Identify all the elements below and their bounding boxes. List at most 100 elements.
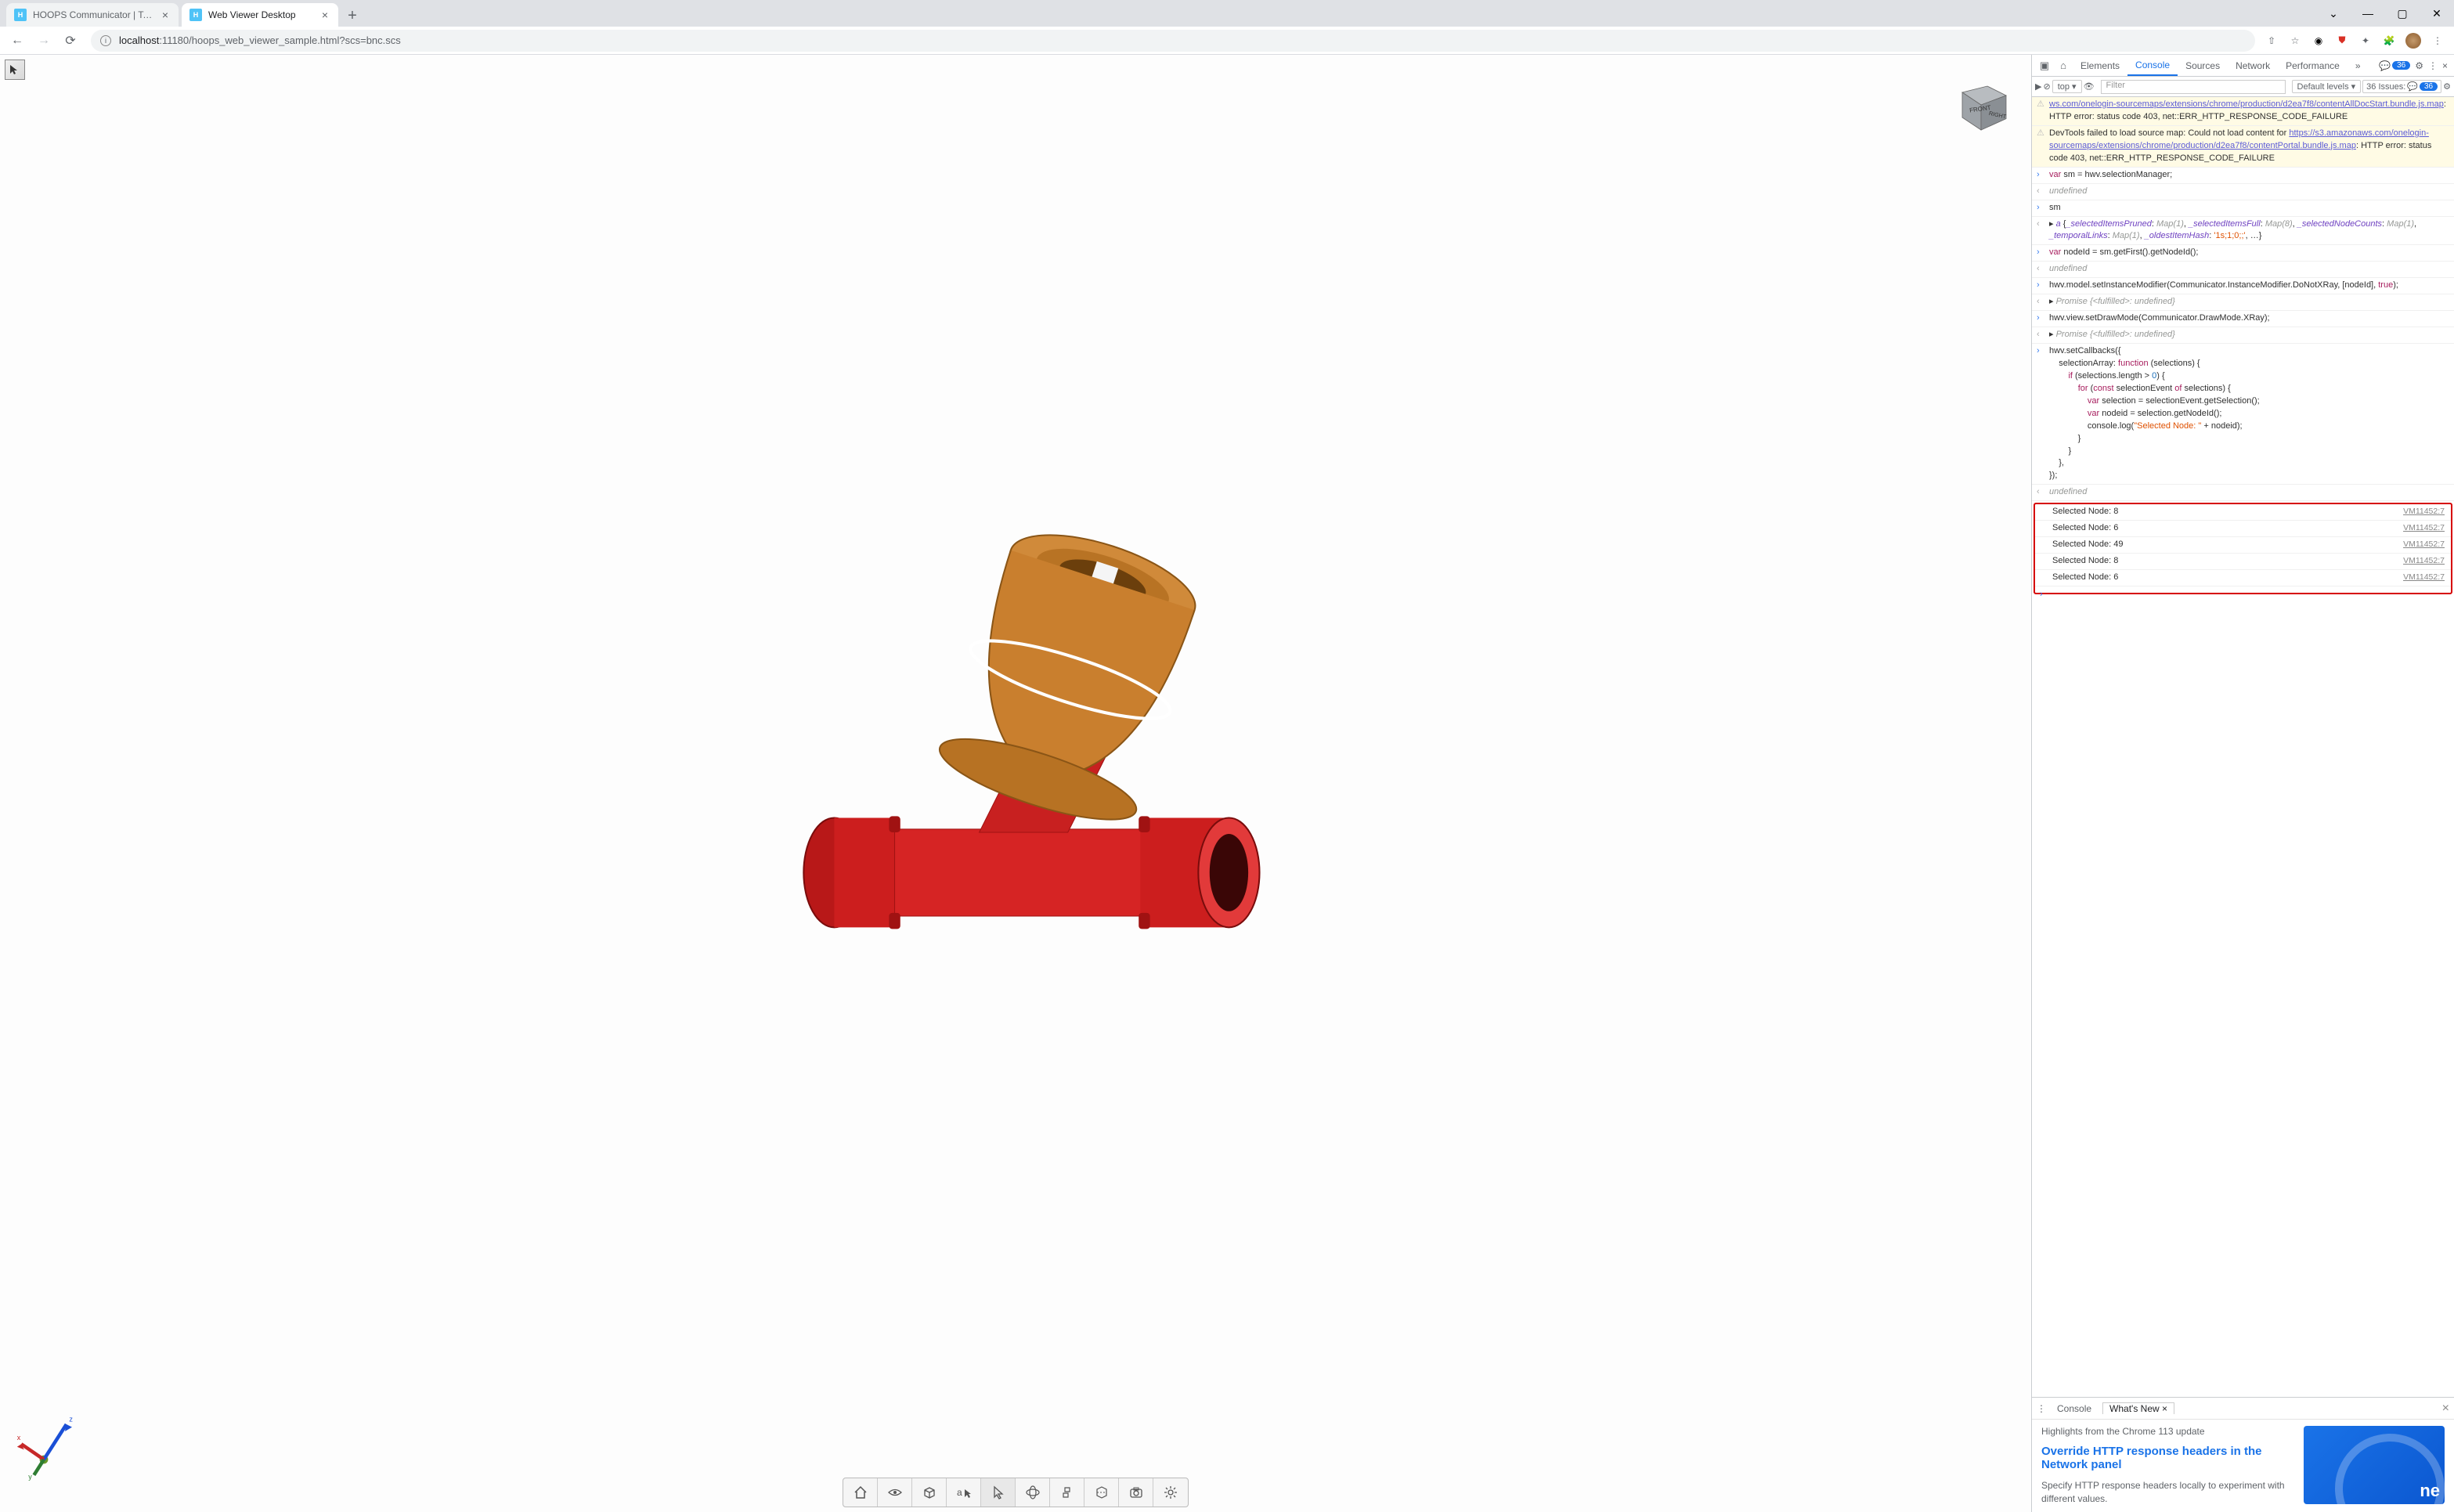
- console-output-line: ‹undefined: [2032, 485, 2454, 501]
- share-icon[interactable]: ⇧: [2265, 34, 2279, 48]
- console-prompt[interactable]: ›: [2035, 586, 2451, 593]
- issues-badge[interactable]: 💬36: [2379, 60, 2410, 71]
- forward-button[interactable]: →: [33, 30, 55, 52]
- tab-performance[interactable]: Performance: [2278, 55, 2348, 76]
- sidebar-toggle-icon[interactable]: ▶: [2035, 81, 2041, 92]
- log-levels-selector[interactable]: Default levels ▾: [2292, 80, 2362, 93]
- console-output-line: ‹▸ Promise {<fulfilled>: undefined}: [2032, 294, 2454, 311]
- console-input-line: ›var nodeId = sm.getFirst().getNodeId();: [2032, 245, 2454, 262]
- browser-tab-0[interactable]: H HOOPS Communicator | Tech Sof ×: [6, 3, 179, 27]
- menu-icon[interactable]: ⋮: [2431, 34, 2445, 48]
- svg-text:z: z: [69, 1415, 73, 1423]
- gear-icon[interactable]: ⚙: [2443, 81, 2451, 92]
- context-selector[interactable]: top ▾: [2052, 80, 2082, 93]
- console-log-line: Selected Node: 8VM11452:7: [2035, 504, 2451, 521]
- cube-view-button[interactable]: [912, 1478, 947, 1507]
- console-toolbar: ▶ ⊘ top ▾ 👁 Filter Default levels ▾ 36 I…: [2032, 77, 2454, 97]
- console-input-line: ›hwv.model.setInstanceModifier(Communica…: [2032, 278, 2454, 294]
- hoops-viewer[interactable]: FRONT RIGHT: [0, 55, 2031, 1512]
- whatsnew-thumbnail[interactable]: [2304, 1426, 2445, 1504]
- viewer-toolbar: a: [843, 1478, 1189, 1507]
- minimize-button[interactable]: —: [2351, 0, 2385, 27]
- model-canvas[interactable]: [23, 86, 2016, 1465]
- highlighted-output: Selected Node: 8VM11452:7 Selected Node:…: [2034, 503, 2452, 594]
- svg-text:y: y: [28, 1473, 32, 1481]
- browser-tab-1[interactable]: H Web Viewer Desktop ×: [182, 3, 338, 27]
- select-tool-button[interactable]: [5, 60, 25, 80]
- extension-icon[interactable]: ◉: [2311, 34, 2326, 48]
- close-icon[interactable]: ×: [160, 9, 171, 20]
- chevron-down-icon[interactable]: ⌄: [2316, 0, 2351, 27]
- svg-text:x: x: [17, 1434, 21, 1442]
- tab-more[interactable]: »: [2348, 55, 2369, 76]
- drawer-menu-icon[interactable]: ⋮: [2037, 1403, 2046, 1414]
- browser-tabstrip: H HOOPS Communicator | Tech Sof × H Web …: [0, 0, 2454, 27]
- extensions-icon[interactable]: ✦: [2358, 34, 2373, 48]
- address-bar: ← → ⟳ i localhost:11180/hoops_web_viewer…: [0, 27, 2454, 55]
- console-input-line: ›sm: [2032, 200, 2454, 217]
- back-button[interactable]: ←: [6, 30, 28, 52]
- clear-console-icon[interactable]: ⊘: [2043, 81, 2050, 92]
- maximize-button[interactable]: ▢: [2385, 0, 2420, 27]
- console-log-line: Selected Node: 49VM11452:7: [2035, 537, 2451, 554]
- inspect-icon[interactable]: ▣: [2035, 60, 2054, 72]
- site-info-icon[interactable]: i: [100, 35, 111, 46]
- tab-elements[interactable]: Elements: [2073, 55, 2127, 76]
- console-warning: ⚠ ws.com/onelogin-sourcemaps/extensions/…: [2032, 97, 2454, 126]
- console-warning: ⚠ DevTools failed to load source map: Co…: [2032, 126, 2454, 168]
- favicon-icon: H: [189, 9, 202, 21]
- favicon-icon: H: [14, 9, 27, 21]
- pointer-button[interactable]: [981, 1478, 1016, 1507]
- avatar-icon[interactable]: [2405, 33, 2421, 49]
- console-output[interactable]: ⚠ ws.com/onelogin-sourcemaps/extensions/…: [2032, 97, 2454, 1397]
- devtools-panel: ▣ ⌂ Elements Console Sources Network Per…: [2031, 55, 2454, 1512]
- bookmark-icon[interactable]: ☆: [2288, 34, 2302, 48]
- section-button[interactable]: [1084, 1478, 1119, 1507]
- drawer-body-text: Specify HTTP response headers locally to…: [2041, 1479, 2293, 1506]
- window-controls: ⌄ — ▢ ✕: [2316, 0, 2454, 27]
- orbit-button[interactable]: [1016, 1478, 1050, 1507]
- settings-button[interactable]: [1153, 1478, 1188, 1507]
- console-output-line: ‹▸ a {_selectedItemsPruned: Map(1), _sel…: [2032, 217, 2454, 246]
- devtools-tabs: ▣ ⌂ Elements Console Sources Network Per…: [2032, 55, 2454, 77]
- drawer-subtitle: Highlights from the Chrome 113 update: [2041, 1426, 2293, 1437]
- url-text: localhost:11180/hoops_web_viewer_sample.…: [119, 34, 401, 46]
- shield-icon[interactable]: ⛊: [2335, 34, 2349, 48]
- eye-icon[interactable]: 👁: [2084, 81, 2095, 92]
- console-output-line: ‹▸ Promise {<fulfilled>: undefined}: [2032, 327, 2454, 344]
- tab-network[interactable]: Network: [2228, 55, 2278, 76]
- new-tab-button[interactable]: +: [341, 5, 363, 27]
- gear-icon[interactable]: ⚙: [2415, 60, 2423, 71]
- close-window-button[interactable]: ✕: [2420, 0, 2454, 27]
- console-output-line: ‹undefined: [2032, 184, 2454, 200]
- console-output-line: ‹undefined: [2032, 262, 2454, 278]
- home-button[interactable]: [843, 1478, 878, 1507]
- reload-button[interactable]: ⟳: [60, 30, 81, 52]
- puzzle-icon[interactable]: 🧩: [2382, 34, 2396, 48]
- svg-text:a: a: [957, 1487, 962, 1498]
- console-log-line: Selected Node: 8VM11452:7: [2035, 554, 2451, 570]
- drawer-tab-whatsnew[interactable]: What's New ×: [2102, 1402, 2174, 1414]
- axis-triad[interactable]: z x y: [16, 1410, 86, 1481]
- snapshot-button[interactable]: [1119, 1478, 1153, 1507]
- console-input-line: ›var sm = hwv.selectionManager;: [2032, 168, 2454, 184]
- console-log-line: Selected Node: 6VM11452:7: [2035, 570, 2451, 586]
- tab-title: Web Viewer Desktop: [208, 9, 315, 20]
- explode-button[interactable]: [1050, 1478, 1084, 1507]
- menu-icon[interactable]: ⋮: [2428, 60, 2438, 71]
- issues-counter[interactable]: 36 Issues: 💬36: [2362, 80, 2441, 93]
- tab-sources[interactable]: Sources: [2178, 55, 2228, 76]
- device-icon[interactable]: ⌂: [2054, 60, 2073, 71]
- close-icon[interactable]: ×: [2442, 60, 2448, 71]
- close-icon[interactable]: ×: [319, 9, 330, 20]
- text-select-button[interactable]: a: [947, 1478, 981, 1507]
- tab-title: HOOPS Communicator | Tech Sof: [33, 9, 155, 20]
- drawer-headline[interactable]: Override HTTP response headers in the Ne…: [2041, 1445, 2293, 1471]
- tab-console[interactable]: Console: [2127, 55, 2178, 76]
- close-icon[interactable]: ×: [2442, 1402, 2449, 1416]
- omnibox[interactable]: i localhost:11180/hoops_web_viewer_sampl…: [91, 30, 2255, 52]
- look-button[interactable]: [878, 1478, 912, 1507]
- drawer-tab-console[interactable]: Console: [2051, 1403, 2098, 1414]
- filter-input[interactable]: Filter: [2101, 80, 2286, 94]
- devtools-drawer: ⋮ Console What's New × × Highlights from…: [2032, 1397, 2454, 1512]
